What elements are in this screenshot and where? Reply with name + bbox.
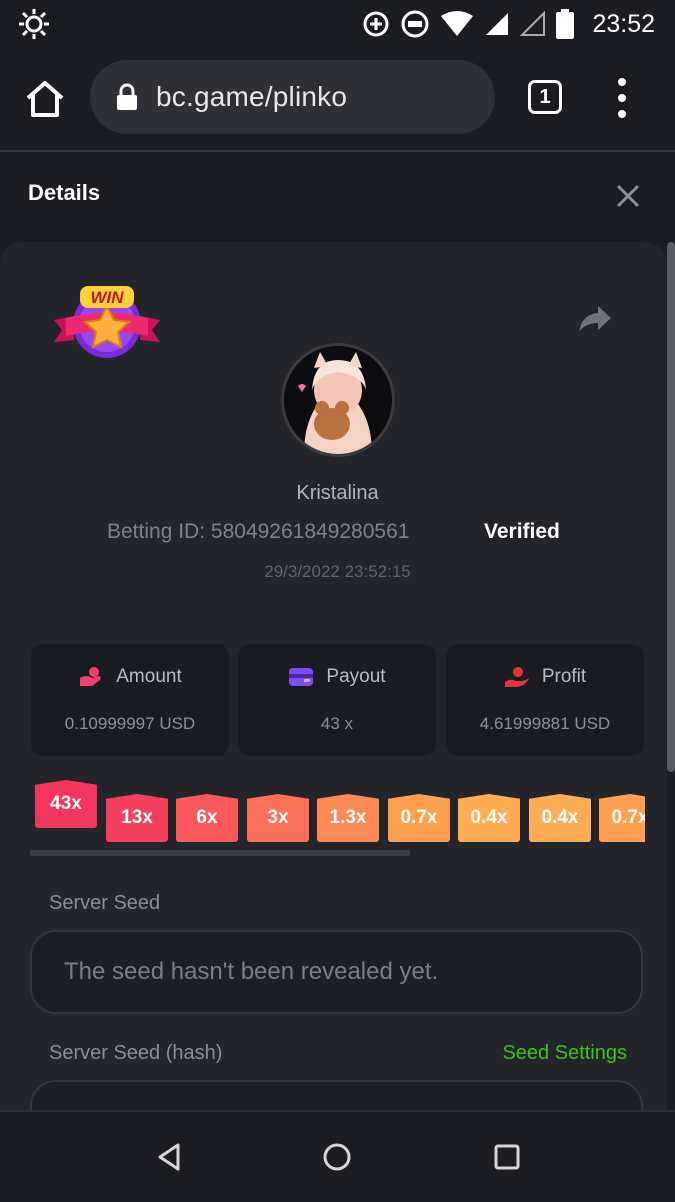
lock-icon (117, 83, 137, 110)
multiplier-slot: 1.3x (317, 794, 379, 842)
avatar[interactable] (281, 343, 395, 457)
bet-datetime: 29/3/2022 23:52:15 (264, 562, 411, 581)
overflow-menu-icon[interactable] (610, 78, 634, 118)
server-seed-field[interactable]: The seed hasn't been revealed yet. (30, 930, 643, 1014)
multiplier-slot: 3x (247, 794, 309, 842)
stat-amount-label: Amount (116, 666, 182, 687)
stat-payout-value: 43 x (320, 714, 354, 733)
recents-icon[interactable] (492, 1142, 522, 1172)
amount-icon (80, 667, 101, 686)
betting-id: Betting ID: 58049261849280561 (107, 520, 409, 544)
win-label: WIN (90, 288, 124, 307)
verified-link[interactable]: Verified (484, 520, 560, 544)
server-seed-label: Server Seed (49, 892, 161, 914)
bet-details-card: WIN Kristalina Betting ID: 5804926184928… (0, 242, 667, 1112)
username: Kristalina (296, 482, 379, 504)
vertical-scrollbar[interactable] (667, 242, 675, 772)
multiplier-slot: 13x (106, 794, 168, 842)
multiplier-strip[interactable]: 43x 13x 6x 3x 1.3x 0.7x 0.4x 0.4x 0.7x (0, 780, 645, 846)
stat-profit: Profit 4.61999881 USD (446, 644, 644, 756)
modal-title: Details (28, 180, 101, 205)
stat-payout-label: Payout (326, 666, 386, 687)
address-bar[interactable]: bc.game/plinko (90, 60, 495, 134)
stat-amount: Amount 0.10999997 USD (31, 644, 229, 756)
horizontal-scrollbar[interactable] (30, 850, 410, 856)
do-not-disturb-icon (401, 10, 429, 38)
signal-icon (486, 13, 509, 35)
multiplier-slot-highlighted: 43x (35, 780, 97, 828)
signal-empty-icon (520, 11, 546, 36)
data-saver-icon (363, 11, 389, 37)
stat-profit-label: Profit (541, 666, 587, 687)
betting-id-value: 58049261849280561 (210, 520, 410, 543)
win-badge: WIN (52, 282, 162, 366)
server-seed-value: The seed hasn't been revealed yet. (64, 958, 439, 985)
multiplier-slot: 0.4x (458, 794, 520, 842)
multiplier-slot: 0.4x (529, 794, 591, 842)
back-icon[interactable] (154, 1142, 184, 1172)
seed-settings-link[interactable]: Seed Settings (502, 1042, 627, 1065)
stat-amount-value: 0.10999997 USD (64, 714, 196, 733)
battery-icon (556, 9, 575, 39)
url-text: bc.game/plinko (156, 81, 348, 112)
home-nav-icon[interactable] (322, 1142, 352, 1172)
home-icon[interactable] (24, 78, 66, 120)
clock: 23:52 (592, 9, 655, 38)
wifi-icon (441, 11, 474, 36)
betting-id-label: Betting ID: (107, 520, 206, 543)
server-seed-hash-label: Server Seed (hash) (49, 1042, 223, 1064)
profit-hand-icon (504, 667, 529, 687)
browser-toolbar: bc.game/plinko 1 (0, 48, 675, 152)
multiplier-slot: 0.7x (599, 794, 645, 842)
system-nav-bar (0, 1110, 675, 1202)
tab-switcher-button[interactable]: 1 (528, 80, 562, 114)
status-bar: 23:52 (0, 0, 675, 48)
stat-payout: Payout 43 x (238, 644, 436, 756)
brightness-icon (19, 9, 49, 39)
wallet-icon (289, 668, 314, 686)
stat-profit-value: 4.61999881 USD (479, 714, 611, 733)
server-seed-hash-field[interactable] (30, 1080, 643, 1112)
multiplier-slot: 6x (176, 794, 238, 842)
share-icon[interactable] (578, 304, 612, 334)
close-icon[interactable] (616, 184, 640, 208)
multiplier-slot: 0.7x (388, 794, 450, 842)
